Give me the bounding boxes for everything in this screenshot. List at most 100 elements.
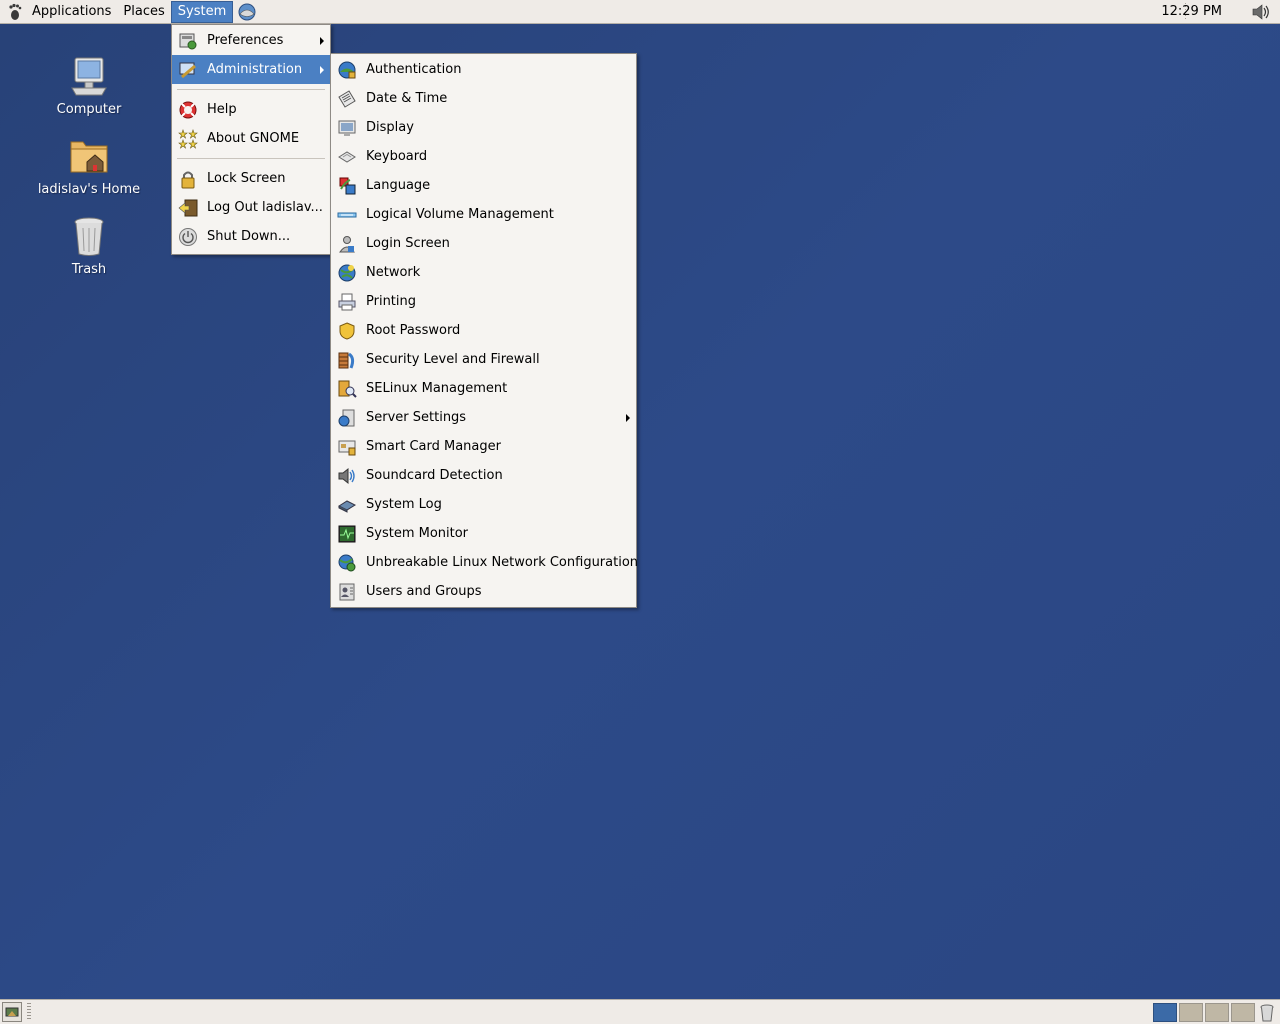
desktop-icon-label: ladislav's Home: [37, 182, 141, 197]
home-folder-icon: [65, 132, 113, 180]
menu-item-label: Lock Screen: [207, 171, 286, 186]
menu-item-label: Keyboard: [366, 149, 428, 164]
menu-item-preferences[interactable]: Preferences: [172, 26, 330, 55]
menu-item-label: Network: [366, 265, 421, 280]
lock-icon: [178, 169, 198, 189]
panel-drag-handle[interactable]: [27, 1003, 31, 1021]
menu-item-label: Log Out ladislav...: [207, 200, 323, 215]
logout-icon: [178, 198, 198, 218]
menu-item-label: Soundcard Detection: [366, 468, 503, 483]
display-icon: [337, 118, 357, 138]
printer-icon: [337, 292, 357, 312]
submenu-arrow-icon: [626, 414, 630, 422]
menu-item-label: Logical Volume Management: [366, 207, 554, 222]
desktop-icon-label: Trash: [71, 262, 107, 277]
admin-item-smart-card[interactable]: Smart Card Manager: [331, 432, 636, 461]
uln-config-icon: [337, 553, 357, 573]
admin-item-language[interactable]: Language: [331, 171, 636, 200]
menu-item-about-gnome[interactable]: About GNOME: [172, 124, 330, 153]
lvm-icon: [337, 205, 357, 225]
desktop-icon-home[interactable]: ladislav's Home: [29, 132, 149, 197]
administration-items: Authentication Date & Time Display Keyboard…: [331, 55, 639, 606]
root-password-icon: [337, 321, 357, 341]
workspace-4[interactable]: [1231, 1003, 1255, 1022]
help-icon: [178, 100, 198, 120]
submenu-arrow-icon: [320, 66, 324, 74]
selinux-icon: [337, 379, 357, 399]
desktop-icon-trash[interactable]: Trash: [29, 212, 149, 277]
bottom-panel: [0, 999, 1280, 1024]
gnome-foot-icon[interactable]: [4, 1, 26, 23]
authentication-icon: [337, 60, 357, 80]
system-menu[interactable]: System: [170, 1, 234, 23]
menu-separator: [177, 158, 325, 159]
soundcard-icon: [337, 466, 357, 486]
menu-item-label: Smart Card Manager: [366, 439, 501, 454]
admin-item-printer[interactable]: Printing: [331, 287, 636, 316]
admin-item-lvm[interactable]: Logical Volume Management: [331, 200, 636, 229]
menu-item-label: Administration: [207, 62, 303, 77]
admin-item-system-monitor[interactable]: System Monitor: [331, 519, 636, 548]
admin-item-users-groups[interactable]: Users and Groups: [331, 577, 636, 606]
system-dropdown-menu: Preferences Administration Help About GN…: [171, 24, 331, 255]
menu-item-label: Security Level and Firewall: [366, 352, 540, 367]
menu-item-label: Help: [207, 102, 237, 117]
system-monitor-icon: [337, 524, 357, 544]
server-settings-icon: [337, 408, 357, 428]
trash-applet-icon[interactable]: [1258, 1003, 1276, 1022]
admin-item-keyboard[interactable]: Keyboard: [331, 142, 636, 171]
show-desktop-icon[interactable]: [2, 1002, 22, 1022]
submenu-arrow-icon: [320, 37, 324, 45]
users-groups-icon: [337, 582, 357, 602]
menu-item-label: Authentication: [366, 62, 462, 77]
admin-item-date-time[interactable]: Date & Time: [331, 84, 636, 113]
system-log-icon: [337, 495, 357, 515]
places-menu[interactable]: Places: [117, 0, 170, 24]
menu-item-label: System Log: [366, 497, 442, 512]
workspace-2[interactable]: [1179, 1003, 1203, 1022]
shutdown-icon: [178, 227, 198, 247]
menu-item-lock-screen[interactable]: Lock Screen: [172, 164, 330, 193]
menu-item-label: Language: [366, 178, 431, 193]
menu-item-label: Login Screen: [366, 236, 450, 251]
menu-item-help[interactable]: Help: [172, 95, 330, 124]
applications-menu[interactable]: Applications: [26, 0, 117, 24]
admin-item-selinux[interactable]: SELinux Management: [331, 374, 636, 403]
menu-item-label: System Monitor: [366, 526, 469, 541]
menu-item-label: Printing: [366, 294, 417, 309]
admin-item-network[interactable]: Network: [331, 258, 636, 287]
menu-item-label: Shut Down...: [207, 229, 291, 244]
login-screen-icon: [337, 234, 357, 254]
admin-item-login-screen[interactable]: Login Screen: [331, 229, 636, 258]
workspace-1[interactable]: [1153, 1003, 1177, 1022]
web-browser-launcher-icon[interactable]: [236, 1, 258, 23]
admin-item-display[interactable]: Display: [331, 113, 636, 142]
desktop-icon-computer[interactable]: Computer: [29, 52, 149, 117]
admin-item-server-settings[interactable]: Server Settings: [331, 403, 636, 432]
trash-icon: [65, 212, 113, 260]
clock[interactable]: 12:29 PM: [1161, 0, 1222, 24]
firewall-icon: [337, 350, 357, 370]
desktop-icon-label: Computer: [56, 102, 122, 117]
admin-item-root-password[interactable]: Root Password: [331, 316, 636, 345]
admin-item-soundcard[interactable]: Soundcard Detection: [331, 461, 636, 490]
menu-item-label: Date & Time: [366, 91, 448, 106]
menu-item-label: Preferences: [207, 33, 284, 48]
menu-separator: [177, 89, 325, 90]
preferences-icon: [178, 31, 198, 51]
menu-item-label: Unbreakable Linux Network Configuration: [366, 555, 639, 570]
admin-item-uln-config[interactable]: Unbreakable Linux Network Configuration: [331, 548, 639, 577]
administration-submenu: Authentication Date & Time Display Keyboard…: [330, 53, 639, 608]
menu-item-administration[interactable]: Administration: [172, 55, 330, 84]
language-icon: [337, 176, 357, 196]
admin-item-firewall[interactable]: Security Level and Firewall: [331, 345, 636, 374]
smart-card-icon: [337, 437, 357, 457]
admin-item-system-log[interactable]: System Log: [331, 490, 636, 519]
menu-item-log-out[interactable]: Log Out ladislav...: [172, 193, 330, 222]
volume-icon[interactable]: [1250, 2, 1272, 22]
menu-item-label: About GNOME: [207, 131, 300, 146]
about-gnome-icon: [178, 129, 198, 149]
menu-item-shut-down[interactable]: Shut Down...: [172, 222, 330, 251]
admin-item-authentication[interactable]: Authentication: [331, 55, 636, 84]
workspace-3[interactable]: [1205, 1003, 1229, 1022]
